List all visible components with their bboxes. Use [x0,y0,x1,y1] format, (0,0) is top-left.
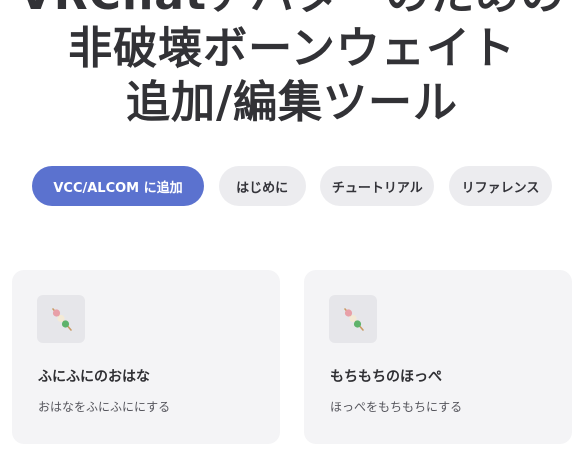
feature-cards: ふにふにのおはな おはなをふにふににする もちもちのほっぺ ほっぺをもちもちにす… [12,270,572,444]
tutorial-button[interactable]: チュートリアル [320,166,435,206]
page: VRChatアバターのための 非破壊ボーンウェイト 追加/編集ツール VCC/A… [0,0,584,466]
action-buttons: VCC/ALCOM に追加 はじめに チュートリアル リファレンス [32,166,552,206]
dango-skewer-icon [329,295,377,343]
reference-button[interactable]: リファレンス [448,166,552,206]
hero-title-line-2: 非破壊ボーンウェイト [68,23,516,74]
feature-card-description: ほっぺをもちもちにする [330,400,463,414]
hero-title-line-3: 追加/編集ツール [125,77,459,128]
hero-title: VRChatアバターのための 非破壊ボーンウェイト 追加/編集ツール [0,0,584,130]
add-to-vcc-alcom-button[interactable]: VCC/ALCOM に追加 [32,166,204,206]
dango-skewer-icon [37,295,85,343]
hero-title-line-1: VRChatアバターのための [0,0,584,22]
feature-card-cheek[interactable]: もちもちのほっぺ ほっぺをもちもちにする [304,270,572,444]
feature-card-title: ふにふにのおはな [38,369,150,385]
feature-card-description: おはなをふにふににする [38,400,171,414]
getting-started-button[interactable]: はじめに [218,166,306,206]
feature-card-nose[interactable]: ふにふにのおはな おはなをふにふににする [12,270,280,444]
feature-card-title: もちもちのほっぺ [330,369,442,385]
